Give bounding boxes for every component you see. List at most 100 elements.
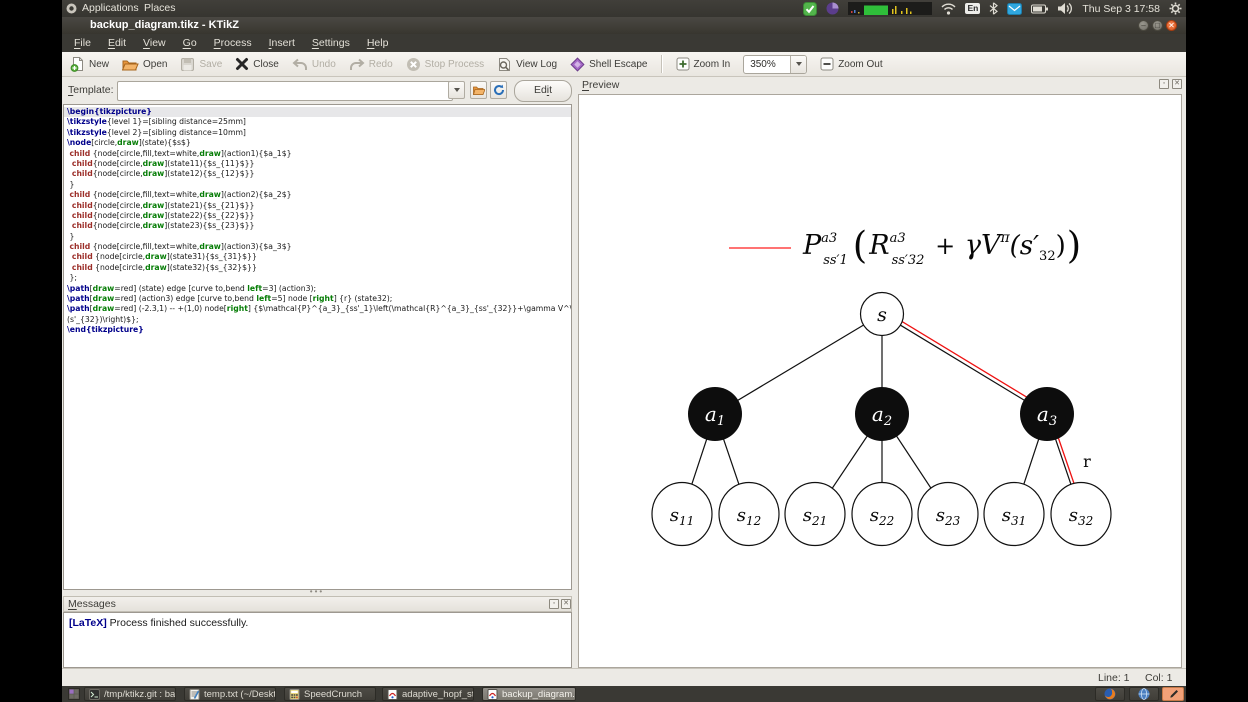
bluetooth-icon[interactable] — [989, 2, 999, 15]
open-folder-icon — [122, 60, 139, 70]
template-dropdown-button[interactable] — [448, 81, 465, 99]
task-speedcrunch[interactable]: SpeedCrunch — [284, 687, 376, 701]
shell-escape-button[interactable]: Shell Escape — [570, 56, 648, 72]
action-labels: a1 a2 a3 — [705, 402, 1057, 429]
code-editor[interactable]: \begin{tikzpicture} \tikzstyle{level 1}=[… — [63, 104, 572, 590]
battery-icon[interactable] — [1031, 4, 1049, 14]
save-button[interactable]: Save — [180, 57, 222, 72]
open-button[interactable]: Open — [122, 57, 167, 72]
new-file-icon — [70, 57, 83, 72]
globe-icon — [1138, 688, 1150, 700]
code-line: (s'_{32})\right)$}; — [67, 314, 139, 324]
undo-button[interactable]: Undo — [292, 58, 336, 71]
menubar: File Edit View Go Process Insert Setting… — [62, 34, 1186, 52]
zoom-out-icon — [820, 57, 834, 71]
zoom-in-button[interactable]: Zoom In — [676, 57, 730, 71]
close-file-button[interactable]: Close — [235, 57, 279, 71]
redo-arrow-icon — [349, 58, 365, 70]
system-monitor-graph[interactable] — [848, 2, 933, 15]
terminal-icon — [89, 688, 100, 700]
code-line: child{node[circle,draw](state22){$s_{22}… — [71, 210, 255, 220]
close-panel-icon[interactable]: ✕ — [1172, 79, 1182, 89]
code-line: } — [67, 179, 75, 189]
shell-escape-icon — [570, 56, 585, 72]
code-line: child {node[circle,fill,text=white,draw]… — [69, 148, 292, 158]
code-line: child{node[circle,draw](state11){$s_{11}… — [71, 158, 255, 168]
zoom-out-button[interactable]: Zoom Out — [820, 57, 883, 71]
label-s: s — [877, 304, 887, 326]
task-text-editor[interactable]: temp.txt (~/Desktop... — [184, 687, 276, 701]
wifi-icon[interactable] — [941, 3, 956, 15]
code-line: \tikzstyle{level 2}=[sibling distance=10… — [67, 127, 246, 137]
zoom-level-combobox[interactable]: 350% — [743, 54, 808, 74]
template-bar: Template: Edit — [62, 77, 572, 104]
zoom-level-dropdown-button[interactable] — [790, 55, 807, 73]
code-line: child {node[circle,draw](state31){$s_{31… — [71, 252, 257, 262]
code-line: } — [67, 231, 75, 241]
refresh-icon — [493, 84, 504, 96]
new-button[interactable]: New — [70, 56, 109, 72]
status-col-indicator: Col: 1 — [1145, 672, 1173, 684]
code-area: \begin{tikzpicture} \tikzstyle{level 1}=[… — [64, 105, 571, 336]
taskbar-browser-button[interactable] — [1129, 687, 1159, 701]
redo-button[interactable]: Redo — [349, 58, 393, 71]
template-open-folder-button[interactable] — [470, 81, 487, 99]
messages-dock-header: Messages ◦ ✕ — [63, 596, 572, 612]
taskbar-notes-button[interactable] — [1162, 687, 1184, 701]
code-line: \begin{tikzpicture} — [64, 107, 571, 118]
applications-menu[interactable]: Applications — [82, 2, 139, 15]
maximize-button[interactable]: □ — [1152, 20, 1163, 31]
menu-edit[interactable]: Edit — [108, 37, 126, 49]
preview-canvas[interactable]: Pa3 ss′1 (Ra3 ss′32 + γVπ(s′32)) s a1 a2… — [578, 94, 1182, 668]
stop-process-button[interactable]: Stop Process — [406, 57, 484, 72]
template-edit-button[interactable]: Edit — [514, 80, 572, 102]
close-panel-icon[interactable]: ✕ — [561, 599, 571, 609]
window-title: backup_diagram.tikz - KTikZ — [90, 19, 239, 31]
stop-icon — [406, 57, 420, 71]
menu-go[interactable]: Go — [183, 37, 197, 49]
time-tracker-icon[interactable] — [826, 2, 839, 15]
workspace-applet-icon[interactable] — [68, 688, 80, 700]
menu-help[interactable]: Help — [367, 37, 389, 49]
bottom-taskbar: /tmp/ktikz.git : bash ... temp.txt (~/De… — [62, 686, 1186, 702]
code-line: \path[draw=red] (action3) edge [curve to… — [67, 294, 393, 304]
mail-icon[interactable] — [1007, 2, 1023, 15]
places-menu[interactable]: Places — [144, 2, 176, 15]
messages-log[interactable]: [LaTeX] Process finished successfully. — [63, 612, 572, 668]
top-panel: Applications Places En Thu Sep 3 17:58 — [62, 0, 1186, 17]
menu-process[interactable]: Process — [214, 37, 252, 49]
close-window-button[interactable]: ✕ — [1166, 20, 1177, 31]
task-adaptive-hopf[interactable]: adaptive_hopf_struc... — [382, 687, 474, 701]
taskbar-firefox-button[interactable] — [1095, 687, 1125, 701]
tikz-preview-diagram: Pa3 ss′1 (Ra3 ss′32 + γVπ(s′32)) s a1 a2… — [651, 224, 1112, 547]
code-line: \node[circle,draw](state){$s$} — [67, 138, 191, 148]
session-gear-icon[interactable] — [1169, 2, 1182, 15]
minimize-button[interactable]: – — [1138, 20, 1149, 31]
task-terminal[interactable]: /tmp/ktikz.git : bash ... — [84, 687, 176, 701]
undo-arrow-icon — [292, 58, 307, 70]
preview-title: Preview — [582, 79, 620, 91]
menu-file[interactable]: File — [74, 37, 91, 49]
float-panel-icon[interactable]: ◦ — [1159, 79, 1169, 89]
view-log-icon — [499, 57, 511, 71]
window-titlebar[interactable]: backup_diagram.tikz - KTikZ – □ ✕ — [62, 17, 1186, 34]
splitter-handle[interactable]: ••• — [305, 588, 329, 596]
float-panel-icon[interactable]: ◦ — [549, 599, 559, 609]
pen-icon — [1169, 689, 1178, 698]
code-line: child{node[circle,draw](state23){$s_{23}… — [71, 221, 255, 231]
code-line: }; — [67, 273, 77, 283]
distributor-logo-icon[interactable] — [66, 3, 77, 14]
menu-insert[interactable]: Insert — [269, 37, 295, 49]
keyboard-layout-indicator[interactable]: En — [965, 3, 981, 14]
menu-settings[interactable]: Settings — [312, 37, 350, 49]
volume-icon[interactable] — [1057, 2, 1073, 15]
backup-status-icon[interactable] — [803, 1, 818, 16]
template-input[interactable] — [117, 81, 453, 101]
folder-icon — [472, 86, 485, 95]
template-reload-button[interactable] — [490, 81, 507, 99]
code-line: \path[draw=red] (-2.3,1) -- +(1,0) node[… — [67, 304, 572, 314]
view-log-button[interactable]: View Log — [497, 57, 557, 72]
task-backup-diagram[interactable]: backup_diagram.tikz ... — [482, 687, 576, 701]
clock[interactable]: Thu Sep 3 17:58 — [1082, 3, 1160, 15]
menu-view[interactable]: View — [143, 37, 166, 49]
